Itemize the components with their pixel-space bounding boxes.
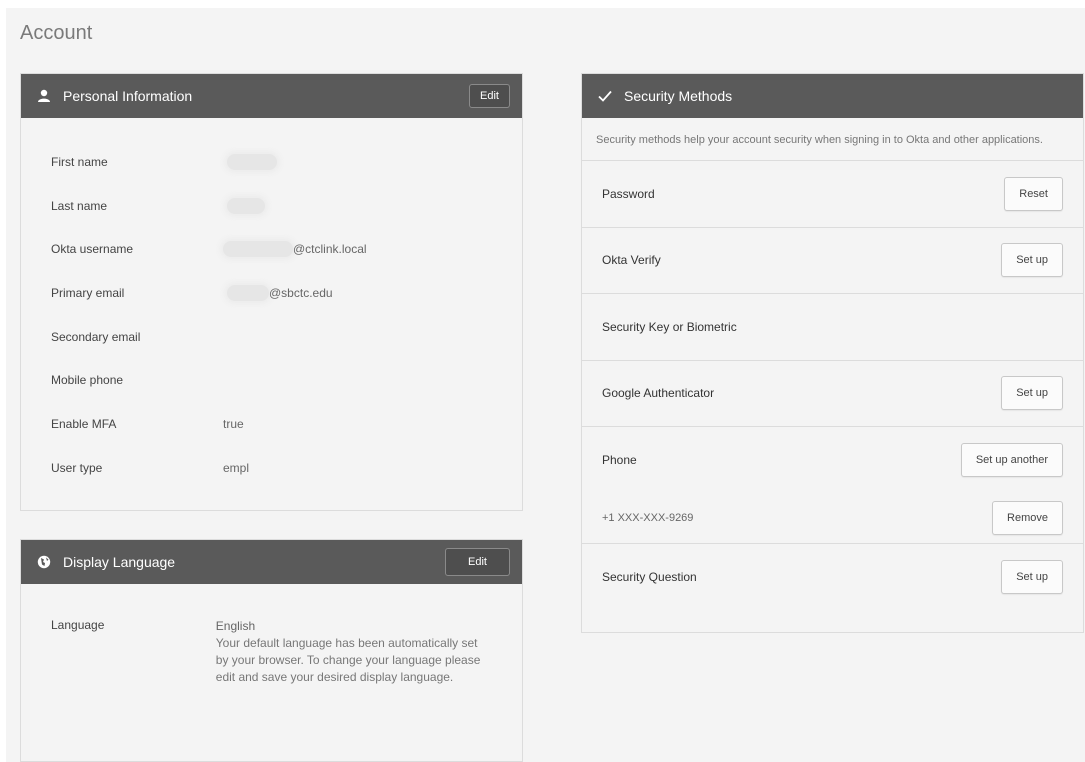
language-label: Language	[51, 618, 105, 632]
account-page: Account Personal Information Edit First …	[6, 8, 1085, 762]
globe-icon	[35, 553, 53, 571]
display-language-title: Display Language	[63, 554, 176, 570]
okta-username-label: Okta username	[51, 242, 134, 257]
security-methods-header: Security Methods	[582, 74, 1083, 118]
security-key-label: Security Key or Biometric	[602, 319, 737, 334]
language-row: Language English Your default language h…	[21, 584, 522, 686]
first-name-label: First name	[51, 154, 108, 169]
personal-info-panel: Personal Information Edit First name Las…	[20, 73, 523, 511]
display-language-header: Display Language Edit	[21, 540, 522, 584]
user-type-value: empl	[223, 460, 250, 475]
password-reset-button[interactable]: Reset	[1004, 176, 1063, 211]
phone-label: Phone	[602, 453, 637, 467]
info-row-user-type: User type empl	[51, 446, 492, 490]
personal-info-list: First name Last name Okta username @ctcl…	[21, 118, 522, 490]
security-methods-title: Security Methods	[624, 88, 733, 104]
last-name-value	[223, 197, 265, 214]
info-row-secondary-email: Secondary email	[51, 315, 492, 359]
security-question-label: Security Question	[602, 570, 697, 585]
phone-remove-button[interactable]: Remove	[992, 501, 1063, 535]
language-note: Your default language has been automatic…	[215, 636, 481, 684]
personal-info-title: Personal Information	[63, 88, 193, 104]
phone-number-row: +1 XXX-XXX-9269 Remove	[602, 493, 1063, 543]
okta-username-value: @ctclink.local	[223, 241, 367, 258]
info-row-okta-username: Okta username @ctclink.local	[51, 227, 492, 271]
google-authenticator-setup-button[interactable]: Set up	[1001, 376, 1063, 411]
enable-mfa-value: true	[223, 416, 244, 431]
password-label: Password	[602, 186, 655, 201]
checkmark-icon	[596, 87, 614, 105]
primary-email-value: @sbctc.edu	[223, 284, 333, 301]
security-row-password: Password Reset	[582, 161, 1083, 228]
language-edit-button[interactable]: Edit	[445, 548, 510, 576]
security-row-question: Security Question Set up	[582, 544, 1083, 611]
personal-info-header: Personal Information Edit	[21, 74, 522, 118]
phone-number: +1 XXX-XXX-9269	[602, 512, 694, 524]
okta-verify-label: Okta Verify	[602, 253, 661, 268]
security-row-security-key: Security Key or Biometric	[582, 294, 1083, 361]
primary-email-label: Primary email	[51, 285, 125, 300]
info-row-last-name: Last name	[51, 184, 492, 228]
language-value-block: English Your default language has been a…	[216, 618, 492, 686]
secondary-email-label: Secondary email	[51, 329, 141, 344]
person-icon	[35, 87, 53, 105]
security-row-phone: Phone Set up another +1 XXX-XXX-9269 Rem…	[582, 427, 1083, 544]
google-authenticator-label: Google Authenticator	[602, 386, 715, 401]
mobile-phone-label: Mobile phone	[51, 373, 124, 388]
info-row-primary-email: Primary email @sbctc.edu	[51, 271, 492, 315]
language-value: English	[215, 619, 256, 633]
user-type-label: User type	[51, 460, 103, 475]
security-question-setup-button[interactable]: Set up	[1001, 560, 1063, 595]
first-name-value	[223, 153, 277, 170]
phone-header-row: Phone Set up another	[602, 427, 1063, 493]
okta-verify-setup-button[interactable]: Set up	[1001, 243, 1063, 278]
personal-edit-button[interactable]: Edit	[469, 84, 510, 108]
security-methods-panel: Security Methods Security methods help y…	[581, 73, 1084, 633]
info-row-enable-mfa: Enable MFA true	[51, 402, 492, 446]
security-description: Security methods help your account secur…	[582, 118, 1083, 161]
info-row-mobile-phone: Mobile phone	[51, 358, 492, 402]
security-row-google-authenticator: Google Authenticator Set up	[582, 361, 1083, 427]
enable-mfa-label: Enable MFA	[51, 416, 117, 431]
display-language-panel: Display Language Edit Language English Y…	[20, 539, 523, 762]
page-title: Account	[20, 22, 93, 44]
last-name-label: Last name	[51, 198, 108, 213]
info-row-first-name: First name	[51, 140, 492, 184]
phone-setup-another-button[interactable]: Set up another	[960, 443, 1063, 477]
security-row-okta-verify: Okta Verify Set up	[582, 228, 1083, 294]
